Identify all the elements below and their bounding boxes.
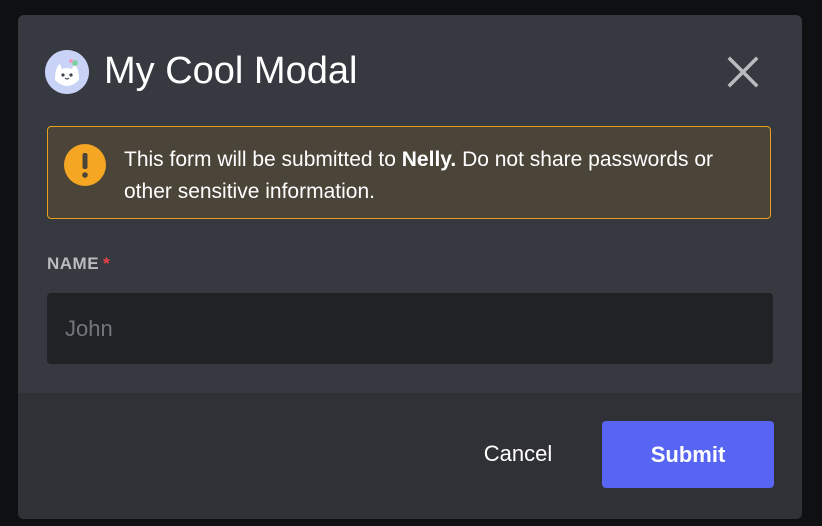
name-label-text: NAME bbox=[47, 254, 100, 273]
app-name: Nelly. bbox=[401, 148, 457, 171]
cancel-button[interactable]: Cancel bbox=[464, 421, 572, 487]
exclamation-icon bbox=[64, 144, 106, 186]
warning-text: This form will be submitted to Nelly. Do… bbox=[124, 144, 724, 208]
warning-text-before: This form will be submitted to bbox=[124, 148, 402, 171]
modal-title: My Cool Modal bbox=[104, 50, 358, 92]
name-input[interactable] bbox=[47, 293, 773, 364]
warning-banner: This form will be submitted to Nelly. Do… bbox=[47, 126, 771, 219]
close-icon bbox=[727, 56, 759, 88]
name-label: NAME * bbox=[47, 254, 110, 274]
modal-dialog: My Cool Modal This form will be submitte… bbox=[18, 15, 802, 519]
submit-button[interactable]: Submit bbox=[602, 421, 774, 488]
close-button[interactable] bbox=[724, 53, 762, 91]
modal-header: My Cool Modal bbox=[18, 15, 802, 125]
modal-footer: Cancel Submit bbox=[18, 393, 802, 519]
cat-face-icon bbox=[45, 50, 89, 94]
required-marker: * bbox=[103, 254, 111, 273]
